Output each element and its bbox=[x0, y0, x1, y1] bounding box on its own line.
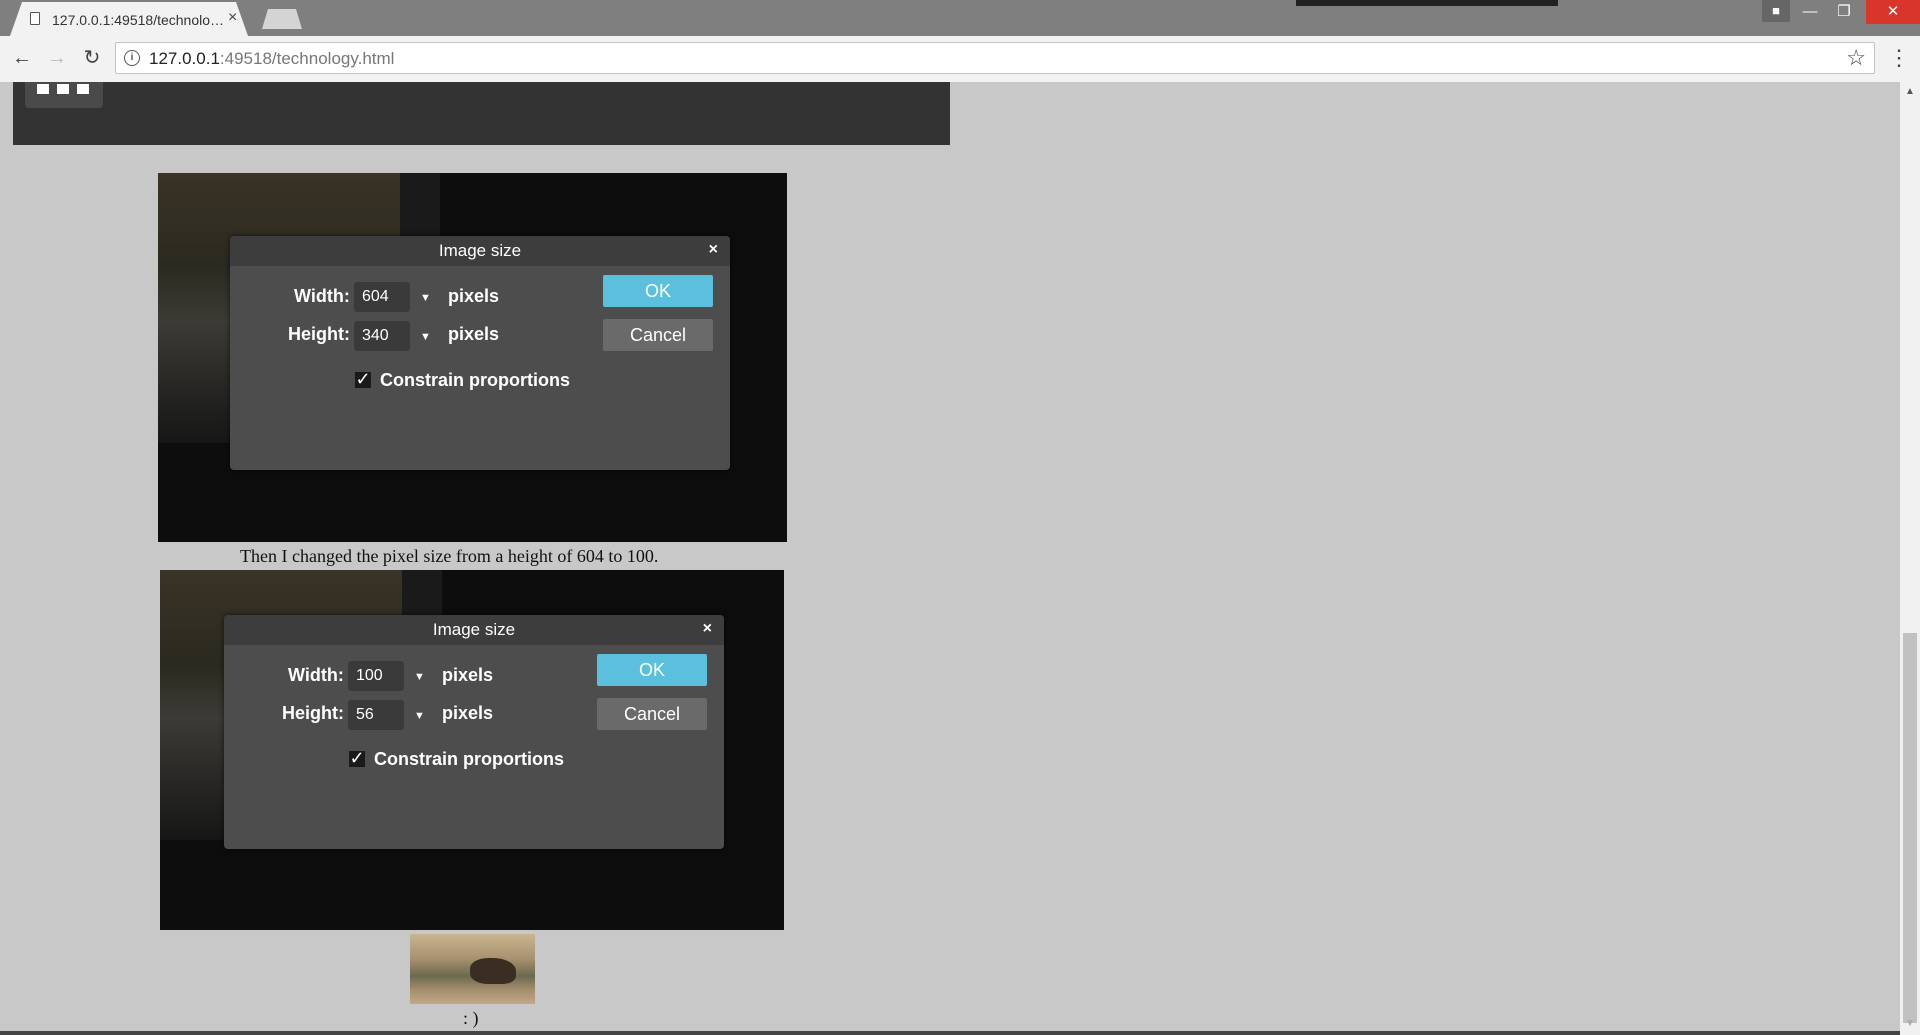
image-size-dialog: Image size × Width: 100 ▼ pixels Height:… bbox=[224, 615, 724, 849]
forward-arrow-icon[interactable]: → bbox=[45, 46, 69, 70]
page-viewport: Image size × Width: 604 ▼ pixels Height:… bbox=[0, 82, 1900, 1035]
browser-toolbar: ← → ↻ i 127.0.0.1:49518/technology.html … bbox=[0, 36, 1920, 83]
close-window-button[interactable]: ✕ bbox=[1866, 0, 1920, 24]
menu-tile-icon[interactable] bbox=[25, 82, 103, 108]
cancel-button[interactable]: Cancel bbox=[597, 698, 707, 730]
scrollbar-thumb[interactable] bbox=[1903, 633, 1917, 1023]
browser-tab[interactable]: 127.0.0.1:49518/technology.html × bbox=[10, 2, 248, 36]
resized-thumbnail-image bbox=[410, 934, 535, 1004]
dialog-close-icon[interactable]: × bbox=[703, 620, 712, 638]
height-input[interactable]: 56 bbox=[348, 700, 404, 730]
width-dropdown-icon[interactable]: ▼ bbox=[420, 292, 431, 304]
width-label: Width: bbox=[288, 665, 344, 685]
maximize-button[interactable]: ❐ bbox=[1824, 0, 1864, 24]
site-header bbox=[13, 82, 950, 145]
tab-close-icon[interactable]: × bbox=[228, 9, 237, 27]
screenshot-image-2: Image size × Width: 100 ▼ pixels Height:… bbox=[160, 570, 784, 930]
width-input[interactable]: 604 bbox=[354, 282, 410, 312]
dialog-titlebar: Image size × bbox=[224, 615, 724, 645]
page-icon bbox=[30, 12, 40, 25]
height-label: Height: bbox=[282, 703, 344, 723]
bookmark-star-icon[interactable]: ☆ bbox=[1846, 45, 1866, 71]
bottom-edge bbox=[0, 1031, 1900, 1035]
dialog-title: Image size bbox=[438, 241, 522, 260]
constrain-checkbox[interactable]: ✓ bbox=[355, 370, 371, 388]
height-dropdown-icon[interactable]: ▼ bbox=[420, 331, 431, 343]
vertical-scrollbar[interactable]: ▲ ▼ bbox=[1900, 82, 1920, 1035]
cancel-button[interactable]: Cancel bbox=[603, 319, 713, 351]
width-dropdown-icon[interactable]: ▼ bbox=[414, 671, 425, 683]
height-dropdown-icon[interactable]: ▼ bbox=[414, 710, 425, 722]
profile-icon[interactable]: ■ bbox=[1762, 0, 1790, 22]
image-size-dialog: Image size × Width: 604 ▼ pixels Height:… bbox=[230, 236, 730, 470]
screenshot-image-1: Image size × Width: 604 ▼ pixels Height:… bbox=[158, 173, 787, 542]
height-label: Height: bbox=[288, 324, 350, 344]
reload-icon[interactable]: ↻ bbox=[80, 46, 104, 70]
width-label: Width: bbox=[294, 286, 350, 306]
back-arrow-icon[interactable]: ← bbox=[10, 46, 34, 70]
caption-text: Then I changed the pixel size from a hei… bbox=[240, 546, 659, 566]
ok-button[interactable]: OK bbox=[603, 275, 713, 307]
height-input[interactable]: 340 bbox=[354, 321, 410, 351]
smiley-text: : ) bbox=[463, 1008, 479, 1028]
constrain-checkbox[interactable]: ✓ bbox=[349, 749, 365, 767]
width-input[interactable]: 100 bbox=[348, 661, 404, 691]
dialog-close-icon[interactable]: × bbox=[709, 241, 718, 259]
dialog-title: Image size bbox=[432, 620, 516, 639]
tab-title: 127.0.0.1:49518/technology.html bbox=[52, 12, 230, 28]
height-unit-label: pixels bbox=[442, 703, 494, 723]
constrain-label: Constrain proportions bbox=[380, 370, 570, 390]
title-strip bbox=[1296, 0, 1558, 6]
scroll-up-arrow-icon[interactable]: ▲ bbox=[1905, 86, 1915, 97]
width-unit-label: pixels bbox=[448, 286, 500, 306]
info-icon[interactable]: i bbox=[124, 50, 140, 66]
dialog-titlebar: Image size × bbox=[230, 236, 730, 266]
height-unit-label: pixels bbox=[448, 324, 500, 344]
new-tab-button[interactable] bbox=[262, 9, 302, 29]
ok-button[interactable]: OK bbox=[597, 654, 707, 686]
tab-strip: 127.0.0.1:49518/technology.html × ■ — ❐ … bbox=[0, 0, 1920, 36]
kebab-menu-icon[interactable]: ⋮ bbox=[1888, 46, 1910, 70]
url-text: 127.0.0.1:49518/technology.html bbox=[149, 49, 395, 68]
constrain-label: Constrain proportions bbox=[374, 749, 564, 769]
width-unit-label: pixels bbox=[442, 665, 494, 685]
address-bar[interactable]: i 127.0.0.1:49518/technology.html ☆ bbox=[115, 42, 1875, 74]
scroll-down-arrow-icon[interactable]: ▼ bbox=[1905, 1018, 1915, 1029]
